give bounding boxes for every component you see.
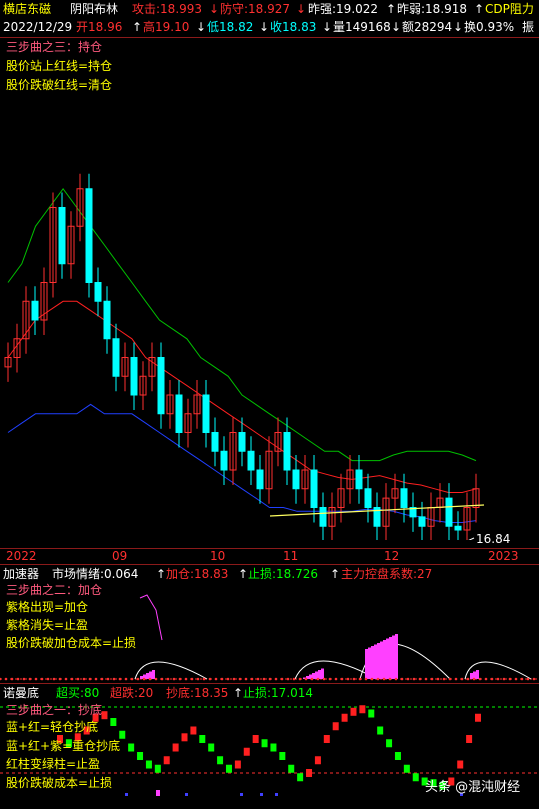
oscillator-block bbox=[359, 705, 366, 714]
oscillator-block bbox=[154, 764, 161, 773]
oscillator-block bbox=[128, 743, 135, 752]
oscillator-block bbox=[137, 752, 144, 760]
oscillator-block bbox=[403, 764, 410, 773]
oscillator-block bbox=[350, 707, 357, 716]
oscillator-block bbox=[252, 735, 259, 743]
oscillator-block bbox=[225, 764, 232, 773]
blue-dot bbox=[125, 793, 128, 796]
oscillator-block bbox=[466, 735, 473, 743]
bottom-note2: 蓝+红+紫=重仓抄底 bbox=[6, 739, 121, 753]
oscillator-block bbox=[190, 726, 197, 735]
oscillator-block bbox=[110, 718, 117, 726]
oscillator-block bbox=[279, 752, 286, 760]
oscillator-block bbox=[181, 733, 188, 742]
oscillator-block bbox=[243, 747, 250, 756]
blue-dot bbox=[260, 793, 263, 796]
oscillator-block bbox=[101, 711, 108, 720]
oscillator-block bbox=[314, 756, 321, 765]
oscillator-block bbox=[208, 743, 215, 752]
oscillator-block bbox=[306, 769, 313, 777]
oscillator-block bbox=[323, 735, 330, 743]
bottom-note4: 股价跌破成本=止损 bbox=[6, 776, 113, 790]
oscillator-block bbox=[199, 735, 206, 743]
oscillator-block bbox=[119, 730, 126, 739]
bottom-chart[interactable] bbox=[0, 0, 539, 809]
oscillator-block bbox=[172, 743, 179, 752]
oscillator-block bbox=[288, 764, 295, 773]
oscillator-block bbox=[234, 760, 241, 769]
bottom-notes-title: 三步曲之一：抄底 bbox=[6, 703, 103, 717]
oscillator-block bbox=[163, 756, 170, 765]
oscillator-block bbox=[386, 739, 393, 748]
oscillator-block bbox=[261, 739, 268, 748]
blue-dot bbox=[240, 793, 243, 796]
blue-dot bbox=[185, 793, 188, 796]
bottom-note1: 蓝+红=轻仓抄底 bbox=[6, 720, 99, 734]
blue-dot bbox=[275, 793, 278, 796]
oscillator-block bbox=[332, 722, 339, 731]
oscillator-block bbox=[475, 713, 481, 722]
oscillator-block bbox=[297, 773, 304, 782]
bottom-note3: 红柱变绿柱=止盈 bbox=[6, 757, 101, 771]
oscillator-block bbox=[412, 773, 419, 782]
oscillator-block bbox=[457, 760, 464, 769]
oscillator-block bbox=[270, 743, 277, 752]
purple-dot bbox=[156, 790, 160, 796]
oscillator-block bbox=[368, 709, 375, 718]
oscillator-block bbox=[217, 756, 224, 765]
oscillator-block bbox=[145, 760, 152, 769]
oscillator-block bbox=[394, 752, 401, 760]
watermark: 头条 @混沌财经 bbox=[425, 780, 521, 795]
oscillator-block bbox=[341, 713, 348, 722]
oscillator-block bbox=[377, 726, 384, 735]
